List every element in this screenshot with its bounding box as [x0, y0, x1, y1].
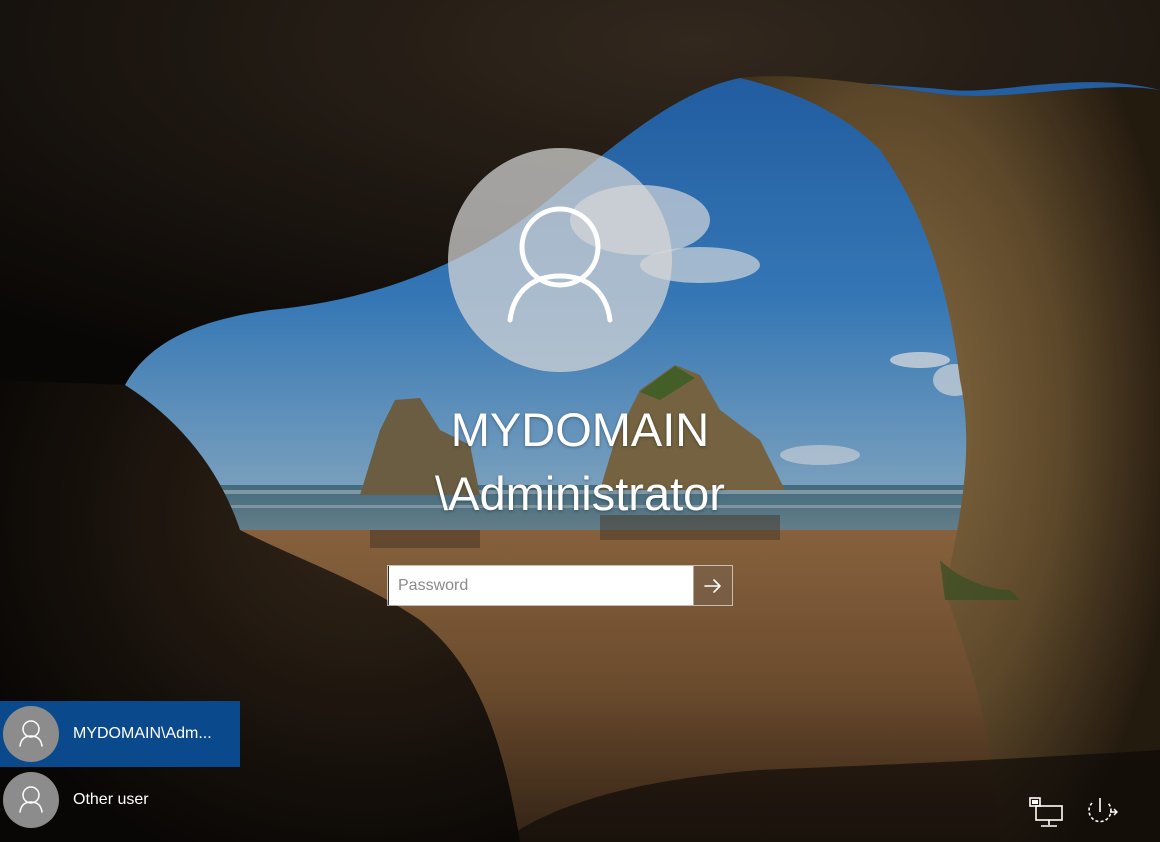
user-avatar-small — [3, 772, 59, 828]
user-item-other-user[interactable]: Other user — [0, 767, 240, 833]
user-avatar-small — [3, 706, 59, 762]
network-icon — [1029, 797, 1063, 827]
submit-button[interactable] — [693, 566, 732, 605]
user-list: MYDOMAIN\Adm... Other user — [0, 701, 240, 833]
user-item-label: Other user — [73, 791, 149, 808]
account-name-line1: MYDOMAIN — [450, 403, 710, 456]
password-input[interactable] — [388, 566, 693, 605]
power-icon — [1088, 798, 1118, 823]
user-icon — [507, 206, 613, 323]
user-icon — [19, 786, 43, 813]
user-icon — [19, 720, 43, 747]
lock-screen: MYDOMAIN \Administrator MYDOMAIN\Adm... — [0, 0, 1160, 842]
account-name-line2: \Administrator — [435, 467, 725, 520]
user-avatar-large — [448, 148, 672, 372]
network-button[interactable] — [1026, 792, 1066, 832]
user-item-administrator[interactable]: MYDOMAIN\Adm... — [0, 701, 240, 767]
password-box — [387, 565, 733, 606]
user-item-label: MYDOMAIN\Adm... — [73, 725, 212, 742]
power-button[interactable] — [1080, 792, 1120, 832]
account-name: MYDOMAIN \Administrator — [300, 398, 860, 526]
arrow-right-icon — [704, 578, 721, 593]
